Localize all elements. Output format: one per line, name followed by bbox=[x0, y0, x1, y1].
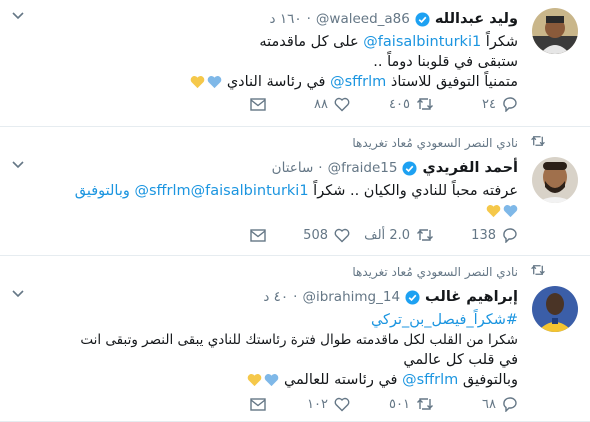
reply-icon bbox=[503, 97, 517, 112]
like-button[interactable]: ١٠٢ bbox=[266, 397, 350, 412]
separator-dot: · bbox=[306, 11, 311, 27]
like-icon bbox=[334, 228, 350, 242]
tweet-text: شكراً @faisalbinturki1 على كل ماقدمته ست… bbox=[10, 32, 518, 92]
reply-icon bbox=[503, 397, 517, 412]
avatar[interactable] bbox=[532, 286, 578, 332]
retweet-count: ٤٠٥ bbox=[389, 96, 410, 112]
like-count: 508 bbox=[303, 227, 328, 243]
user-name[interactable]: وليد عبدالله bbox=[435, 11, 518, 27]
retweet-context: نادي النصر السعودي مُعاد تغريدها bbox=[352, 264, 545, 280]
retweet-label[interactable]: نادي النصر السعودي مُعاد تغريدها bbox=[352, 265, 518, 279]
separator-dot: · bbox=[293, 289, 298, 305]
mention-link[interactable]: @sffrlm bbox=[330, 74, 386, 90]
retweet-context: نادي النصر السعودي مُعاد تغريدها bbox=[352, 135, 545, 151]
reply-count: ٢٤ bbox=[482, 96, 496, 112]
avatar[interactable] bbox=[532, 8, 578, 54]
heart-emojis bbox=[486, 204, 518, 218]
user-name[interactable]: أحمد الفريدي bbox=[422, 160, 518, 176]
message-icon bbox=[250, 397, 266, 411]
retweet-icon bbox=[417, 229, 433, 241]
reply-button[interactable]: ٢٤ bbox=[434, 96, 518, 112]
blue-heart-icon bbox=[207, 76, 222, 89]
retweet-button[interactable]: ٥٠١ bbox=[350, 397, 434, 412]
tweet-line: شكرا من القلب لكل ماقدمته طوال فترة رئاس… bbox=[80, 332, 518, 348]
user-handle[interactable]: @ibrahimg_14 bbox=[302, 289, 400, 305]
yellow-heart-icon bbox=[190, 76, 205, 89]
retweet-label[interactable]: نادي النصر السعودي مُعاد تغريدها bbox=[352, 136, 518, 150]
tweet-line: #شكراً_فيصل_بن_تركي bbox=[10, 310, 518, 330]
tweet-header: أحمد الفريدي @fraide15 · ساعتان bbox=[10, 157, 518, 179]
like-count: ٨٨ bbox=[314, 96, 328, 112]
heart-emojis bbox=[190, 75, 222, 89]
hashtag-link[interactable]: #شكراً_فيصل_بن_تركي bbox=[371, 312, 518, 328]
retweet-button[interactable]: 2.0 ألف bbox=[350, 228, 434, 243]
message-icon bbox=[250, 228, 266, 242]
reply-button[interactable]: ٦٨ bbox=[434, 396, 518, 412]
verified-icon bbox=[415, 11, 430, 27]
like-icon bbox=[334, 397, 350, 411]
tweet-line: وبالتوفيق @sffrlm في رئاسته للعالمي bbox=[10, 370, 518, 390]
retweet-icon bbox=[417, 398, 433, 410]
tweet[interactable]: نادي النصر السعودي مُعاد تغريدها إبراهيم… bbox=[0, 256, 590, 422]
retweet-icon bbox=[417, 98, 433, 110]
mention-link[interactable]: @sffrlm bbox=[402, 372, 458, 388]
retweet-button[interactable]: ٤٠٥ bbox=[350, 97, 434, 112]
tweet-actions: ٦٨ ٥٠١ ١٠٢ bbox=[182, 396, 518, 412]
tweet-header: إبراهيم غالب @ibrahimg_14 · ٤٠ د bbox=[10, 286, 518, 308]
tweet-line: عرفته محباً للنادي والكيان .. شكراً @fai… bbox=[70, 183, 518, 199]
retweet-icon bbox=[531, 265, 545, 275]
retweet-count: 2.0 ألف bbox=[364, 227, 410, 243]
message-button[interactable] bbox=[182, 97, 266, 111]
tweet[interactable]: نادي النصر السعودي مُعاد تغريدها أحمد ال… bbox=[0, 127, 590, 256]
tweet-text: #شكراً_فيصل_بن_تركي شكرا من القلب لكل ما… bbox=[10, 310, 518, 390]
user-handle[interactable]: @fraide15 bbox=[328, 160, 398, 176]
like-icon bbox=[334, 97, 350, 111]
tweet-line: شكراً @faisalbinturki1 على كل ماقدمته bbox=[259, 34, 518, 50]
reply-icon bbox=[503, 228, 517, 243]
like-count: ١٠٢ bbox=[307, 396, 328, 412]
tweet-line: متمنياً التوفيق للاستاذ @sffrlm في رئاسة… bbox=[10, 72, 518, 92]
verified-icon bbox=[402, 160, 417, 176]
mention-link[interactable]: @faisalbinturki1 bbox=[363, 34, 481, 50]
like-button[interactable]: ٨٨ bbox=[266, 97, 350, 112]
retweet-icon bbox=[531, 136, 545, 146]
like-button[interactable]: 508 bbox=[266, 228, 350, 243]
reply-count: 138 bbox=[471, 227, 496, 243]
reply-count: ٦٨ bbox=[482, 396, 496, 412]
tweet-header: وليد عبدالله @waleed_a86 · ١٦٠ د bbox=[10, 8, 518, 30]
blue-heart-icon bbox=[265, 374, 279, 387]
reply-button[interactable]: 138 bbox=[434, 227, 518, 243]
mention-link[interactable]: @faisalbinturki1 bbox=[191, 183, 309, 199]
user-handle[interactable]: @waleed_a86 bbox=[316, 11, 410, 27]
user-name[interactable]: إبراهيم غالب bbox=[425, 289, 518, 305]
tweet-actions: 138 2.0 ألف 508 bbox=[182, 227, 518, 243]
separator-dot: · bbox=[318, 160, 323, 176]
avatar[interactable] bbox=[532, 157, 578, 203]
message-button[interactable] bbox=[182, 397, 266, 411]
tweet-line bbox=[10, 201, 518, 221]
heart-emojis bbox=[247, 373, 279, 387]
tweet-actions: ٢٤ ٤٠٥ ٨٨ bbox=[182, 96, 518, 112]
tweet[interactable]: وليد عبدالله @waleed_a86 · ١٦٠ د شكراً @… bbox=[0, 0, 590, 127]
message-button[interactable] bbox=[182, 228, 266, 242]
message-icon bbox=[250, 97, 266, 111]
yellow-heart-icon bbox=[486, 205, 501, 218]
timestamp[interactable]: ٤٠ د bbox=[263, 289, 288, 305]
tweet-line: ستبقى في قلوبنا دوماً .. bbox=[373, 54, 518, 70]
timestamp[interactable]: ساعتان bbox=[272, 160, 314, 176]
retweet-count: ٥٠١ bbox=[389, 396, 410, 412]
yellow-heart-icon bbox=[248, 374, 262, 387]
timestamp[interactable]: ١٦٠ د bbox=[270, 11, 302, 27]
blue-heart-icon bbox=[503, 205, 518, 218]
verified-icon bbox=[405, 289, 420, 305]
mention-link-trailing[interactable]: وبالتوفيق @sffrlm bbox=[70, 183, 191, 199]
tweet-line: في قلب كل عالمي bbox=[403, 352, 518, 368]
tweet-text: عرفته محباً للنادي والكيان .. شكراً @fai… bbox=[10, 181, 518, 221]
